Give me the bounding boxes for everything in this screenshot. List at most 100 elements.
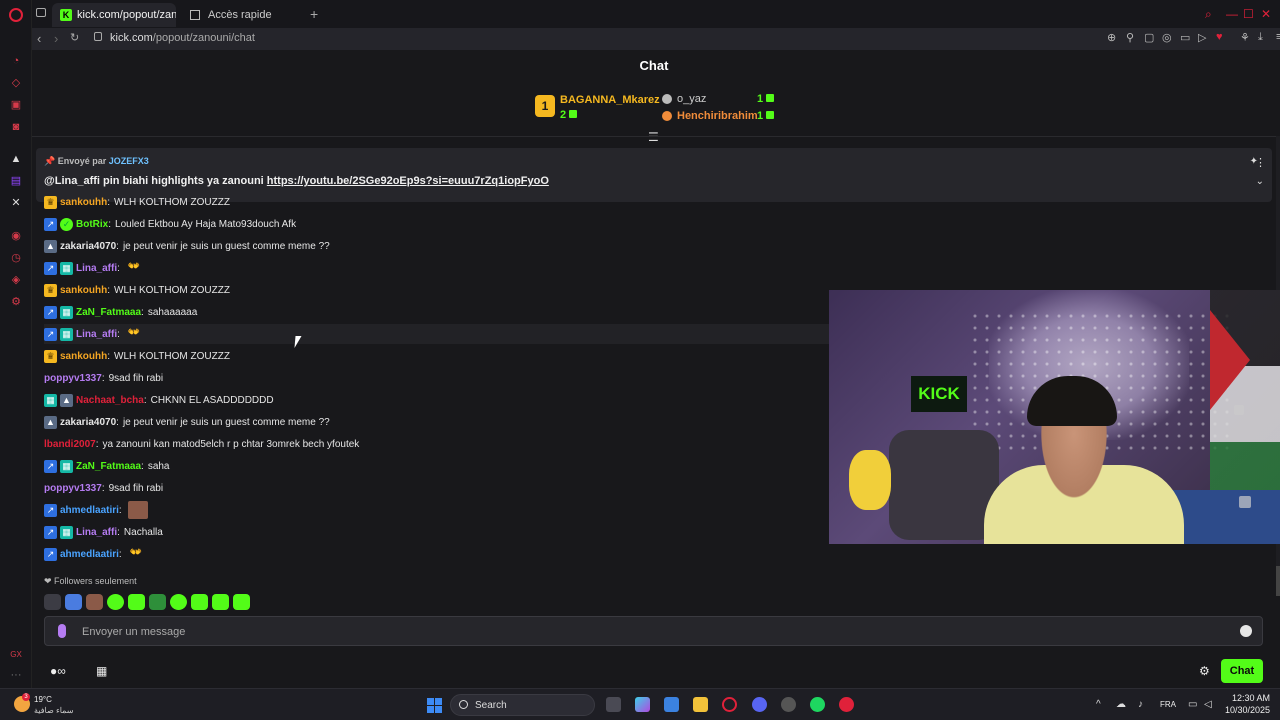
history-icon[interactable]: ◷ (9, 251, 23, 265)
send-chat-button[interactable]: Chat (1221, 659, 1263, 683)
emoji-icon[interactable] (1240, 625, 1252, 637)
chat-message[interactable]: ↗ ▦ Lina_affi: 👐 (44, 258, 829, 278)
leaderboard-name[interactable]: BAGANNA_Mkarez (560, 94, 660, 106)
chat-message[interactable]: ▲ zakaria4070: je peut venir je suis un gu… (44, 236, 829, 256)
gx-icon[interactable]: GX (9, 648, 23, 662)
extensions-icon[interactable]: ⚘ (1240, 31, 1250, 44)
more-options-icon[interactable]: ⋮ (1255, 156, 1266, 169)
app-icon[interactable] (839, 697, 854, 712)
pinned-link[interactable]: https://youtu.be/2SGe92oEp9s?si=euuu7rZq… (267, 175, 549, 187)
leaderboard-name[interactable]: o_yaz (677, 93, 706, 105)
store-icon[interactable]: ▦ (96, 664, 107, 678)
chevron-down-icon[interactable]: ⌄ (1256, 176, 1264, 187)
snow-badge-icon[interactable]: ▲ (44, 415, 57, 429)
emote-icon[interactable] (212, 594, 229, 610)
blue-badge-icon[interactable]: ↗ (44, 503, 57, 517)
chat-message[interactable]: ↗ ▦ Lina_affi: Nachalla (44, 522, 829, 542)
chat-message[interactable]: ↗ ahmedlaatiri: (44, 500, 829, 520)
back-button[interactable]: ‹ (37, 31, 41, 46)
chat-username[interactable]: BotRix (76, 219, 108, 230)
chat-username[interactable]: Lina_affi (76, 263, 117, 274)
emote-icon[interactable]: 👐 (130, 547, 144, 561)
snapshot-icon[interactable]: ◎ (1162, 31, 1172, 44)
new-tab-button[interactable]: + (310, 6, 318, 22)
task-view-icon[interactable] (606, 697, 621, 712)
chat-message[interactable]: poppyv1337:9sad fih rabi (44, 478, 829, 498)
mic-tray-icon[interactable]: ♪ (1138, 699, 1143, 710)
pinned-sender[interactable]: JOZEFX3 (109, 156, 149, 166)
emote-icon[interactable] (65, 594, 82, 610)
blue-badge-icon[interactable]: ↗ (44, 217, 57, 231)
chevron-up-icon[interactable]: ^ (1096, 699, 1101, 710)
gold-badge-icon[interactable]: ♛ (44, 195, 57, 209)
weather-condition[interactable]: سماء صافية (34, 706, 74, 715)
blue-badge-icon[interactable]: ↗ (44, 459, 57, 473)
blue-badge-icon[interactable]: ↗ (44, 261, 57, 275)
teal-badge-icon[interactable]: ▦ (44, 393, 57, 407)
page-icon[interactable]: ▢ (1144, 31, 1154, 44)
leaderboard-name[interactable]: Henchiribrahim (677, 110, 758, 122)
chat-username[interactable]: sankouhh (60, 351, 107, 362)
menu-icon[interactable]: ≡ (1276, 31, 1280, 43)
blue-badge-icon[interactable]: ↗ (44, 525, 57, 539)
emote-icon[interactable]: 👐 (128, 327, 142, 341)
emote-icon[interactable] (86, 594, 103, 610)
emote-icon[interactable] (149, 594, 166, 610)
points-icon[interactable]: ●∞ (50, 664, 66, 678)
aria-icon[interactable]: ◔ (9, 54, 23, 68)
opera-gx-icon[interactable] (722, 697, 737, 712)
player-icon[interactable]: ▷ (1198, 31, 1206, 44)
chat-message[interactable]: ↗ ✓ BotRix: Louled Ektbou Ay Haja Mato93dou… (44, 214, 829, 234)
chat-username[interactable]: sankouhh (60, 285, 107, 296)
tab-menu-icon[interactable] (36, 8, 46, 17)
messenger-icon[interactable]: ▣ (9, 98, 23, 112)
emote-icon[interactable] (107, 594, 124, 610)
language-indicator[interactable]: FRA (1160, 700, 1176, 709)
forward-button[interactable]: › (54, 31, 58, 46)
scroll-thumb[interactable] (1276, 566, 1280, 596)
chat-username[interactable]: lbandi2007 (44, 439, 96, 450)
chat-message[interactable]: ♛ sankouhh: WLH KOLTHOM ZOUZZZ (44, 280, 829, 300)
close-button[interactable]: ✕ (1261, 7, 1271, 21)
mic-icon[interactable] (58, 624, 66, 638)
chat-message[interactable]: ♛ sankouhh: WLH KOLTHOM ZOUZZZ (44, 346, 829, 366)
extensions-icon[interactable]: ◈ (9, 273, 23, 287)
windows-start-icon[interactable] (427, 698, 442, 713)
teal-badge-icon[interactable]: ▦ (60, 261, 73, 275)
zoom-icon[interactable]: ⊕ (1107, 31, 1116, 44)
teal-badge-icon[interactable]: ▦ (60, 459, 73, 473)
chat-username[interactable]: zakaria4070 (60, 417, 116, 428)
clock-date[interactable]: 10/30/2025 (1212, 705, 1270, 715)
chat-message[interactable]: ♛ sankouhh: WLH KOLTHOM ZOUZZZ (44, 192, 829, 212)
search-tabs-icon[interactable]: ⌕ (1205, 7, 1212, 22)
url-field[interactable]: kick.com/popout/zanouni/chat (110, 32, 255, 44)
chat-username[interactable]: ahmedlaatiri (60, 505, 119, 516)
maximize-button[interactable]: ☐ (1243, 7, 1254, 21)
green-badge-icon[interactable]: ✓ (60, 217, 73, 231)
collapse-icon[interactable]: ☰ (648, 130, 659, 144)
teal-badge-icon[interactable]: ▦ (60, 525, 73, 539)
store-app-icon[interactable] (664, 697, 679, 712)
network-icon[interactable]: ▭ (1188, 699, 1197, 710)
more-icon[interactable]: ··· (9, 668, 23, 682)
blue-badge-icon[interactable]: ↗ (44, 327, 57, 341)
chat-username[interactable]: Lina_affi (76, 329, 117, 340)
teal-badge-icon[interactable]: ▦ (60, 305, 73, 319)
emote-icon[interactable]: 👐 (128, 261, 142, 275)
chat-message[interactable]: ↗ ▦ ZaN_Fatmaaa: sahaaaaaa (44, 302, 829, 322)
chat-message[interactable]: ↗ ahmedlaatiri: 👐 (44, 544, 829, 564)
temperature[interactable]: 19°C (34, 695, 52, 704)
lock-icon[interactable] (94, 32, 102, 41)
whatsapp-icon[interactable]: ◙ (9, 120, 23, 134)
file-explorer-icon[interactable] (693, 697, 708, 712)
bag-icon[interactable]: ◇ (9, 76, 23, 90)
volume-icon[interactable]: ◁ (1204, 699, 1212, 710)
chat-username[interactable]: sankouhh (60, 197, 107, 208)
snow-badge-icon[interactable]: ▲ (60, 393, 73, 407)
twitch-icon[interactable]: ▤ (9, 174, 23, 188)
reload-button[interactable]: ↻ (70, 31, 79, 44)
download-icon[interactable]: ⤓ (1258, 31, 1263, 44)
cloud-icon[interactable]: ☁ (1116, 699, 1126, 710)
chat-username[interactable]: ZaN_Fatmaaa (76, 307, 141, 318)
opera-logo-icon[interactable] (9, 8, 23, 22)
